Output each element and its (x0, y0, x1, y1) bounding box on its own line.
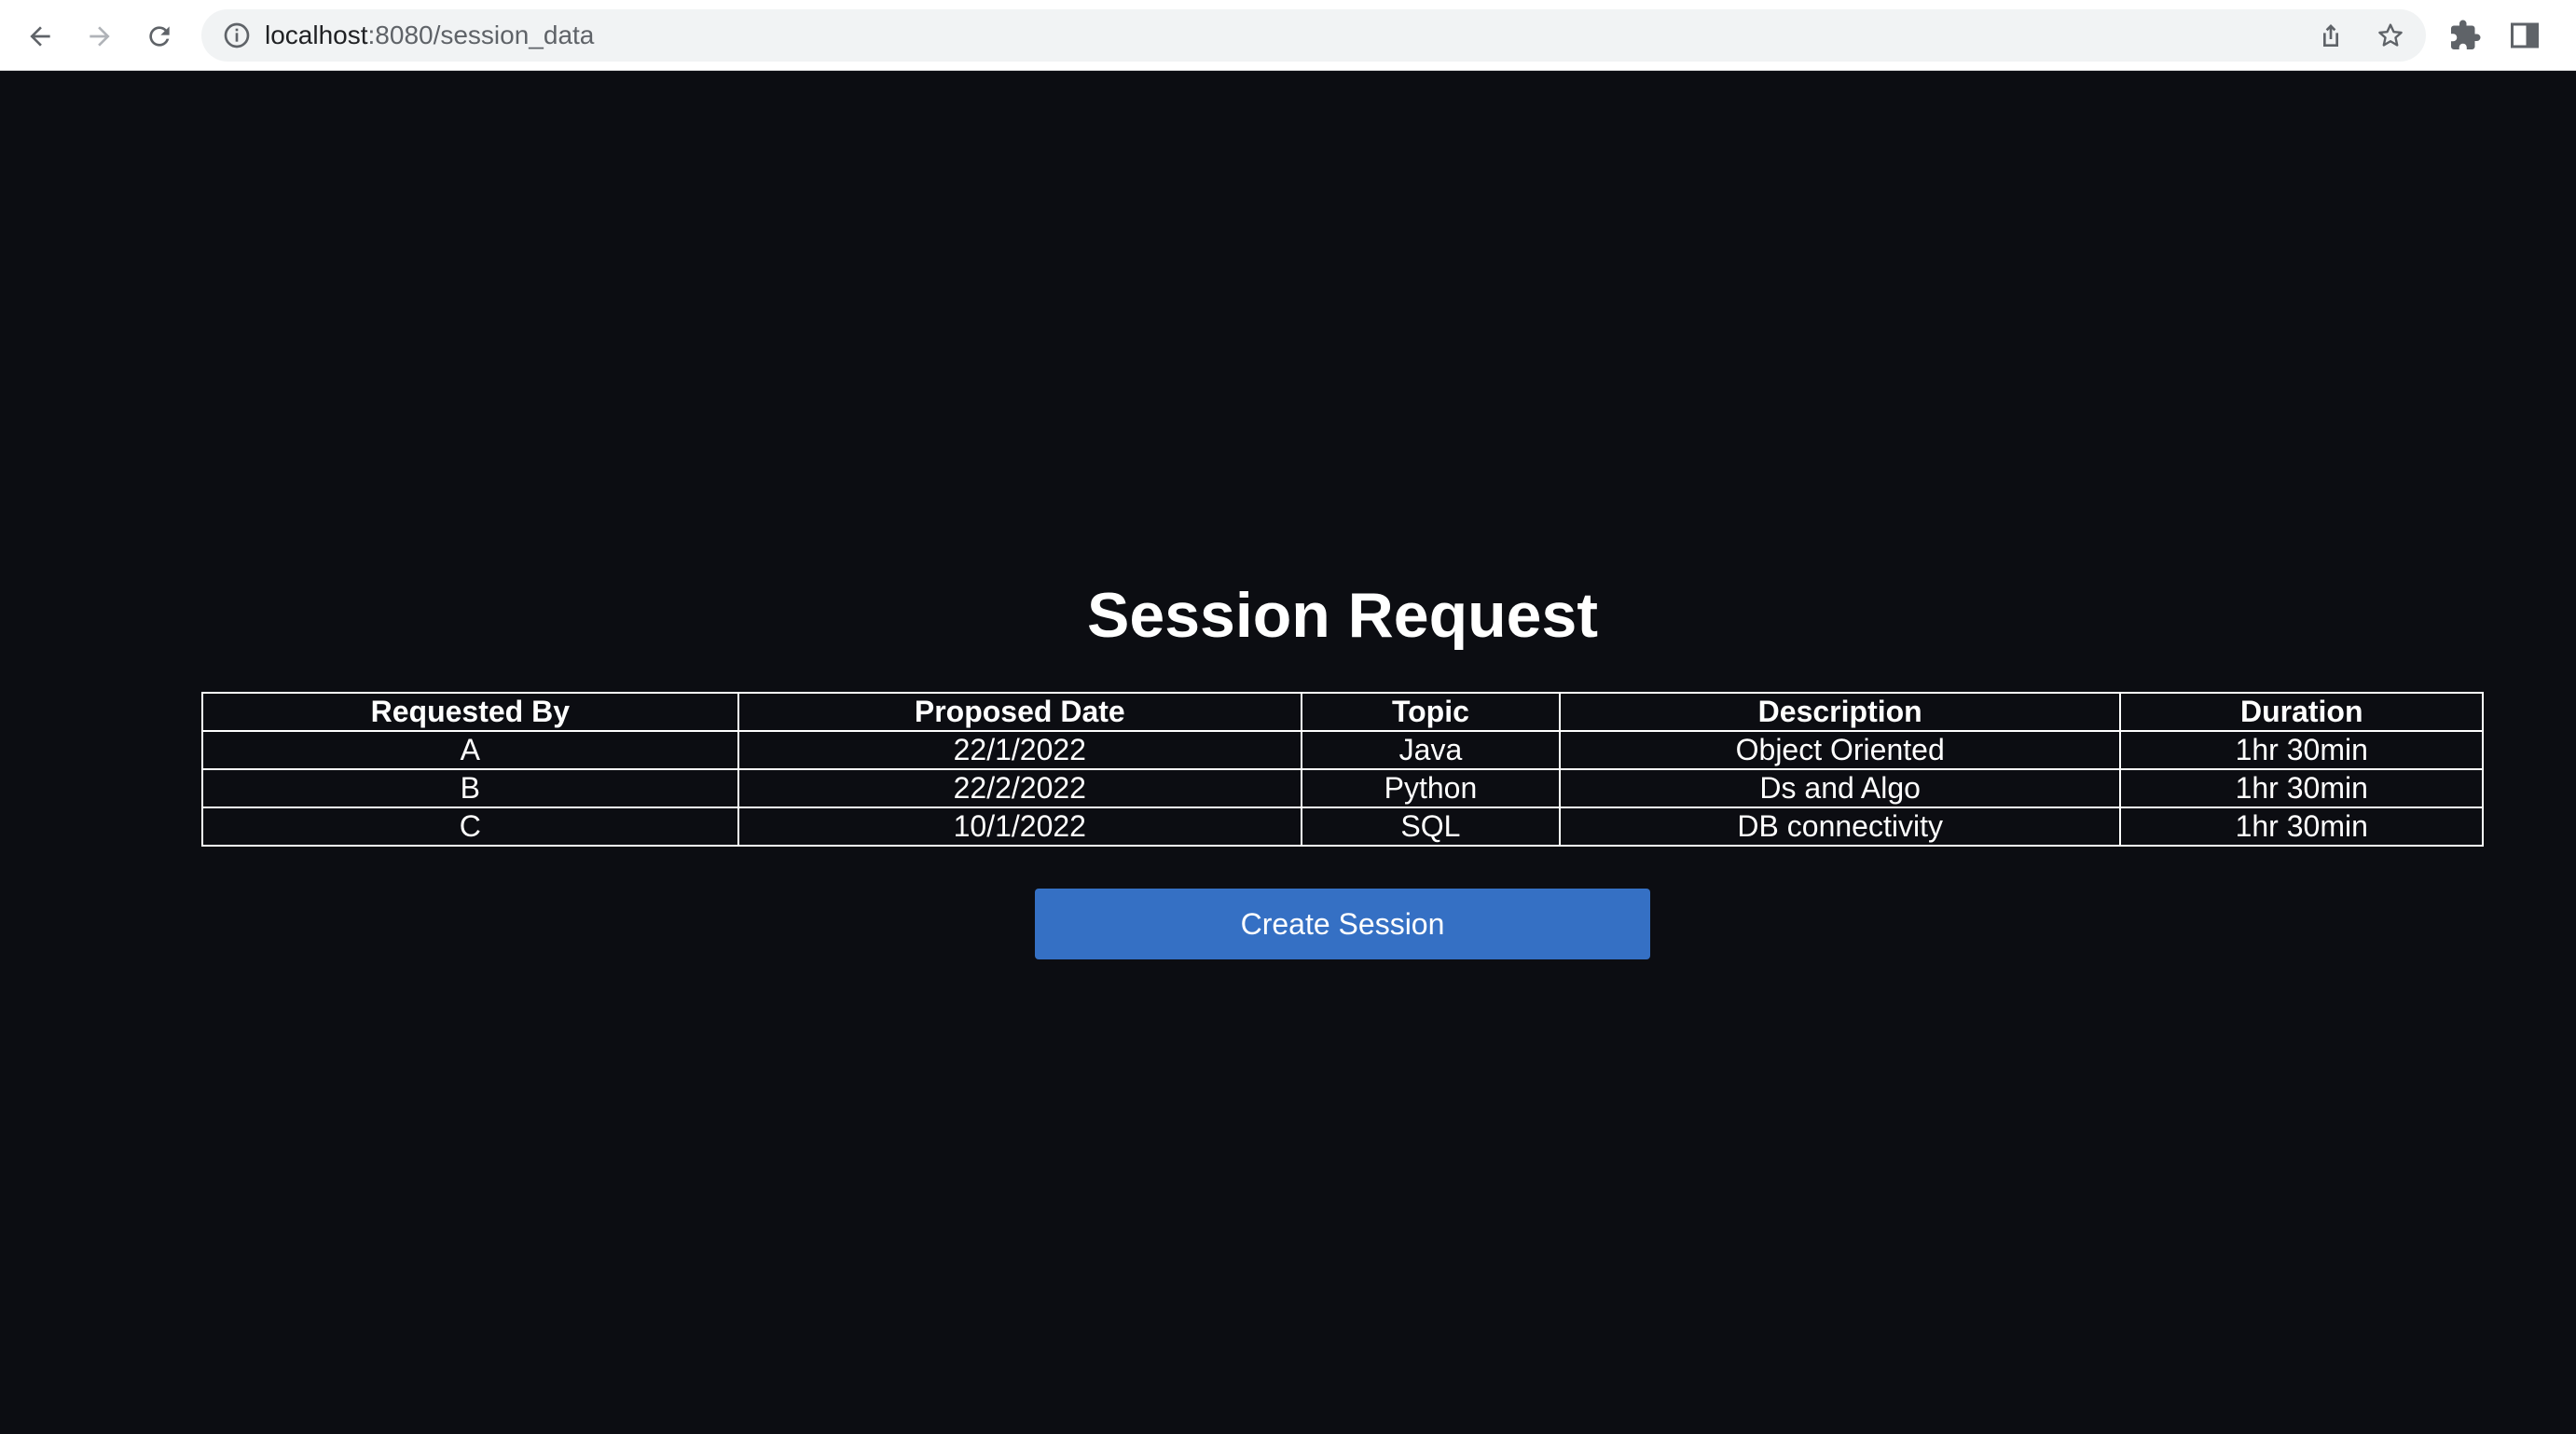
browser-toolbar: localhost:8080/session_data (0, 0, 2576, 71)
cell-description: Object Oriented (1558, 730, 2122, 770)
extensions-icon[interactable] (2448, 19, 2482, 52)
cell-duration: 1hr 30min (2119, 807, 2484, 847)
reload-button[interactable] (138, 15, 181, 58)
page-title: Session Request (1087, 580, 1598, 651)
address-bar[interactable]: localhost:8080/session_data (201, 9, 2426, 62)
session-requests-table: Requested By Proposed Date Topic Descrip… (201, 692, 2484, 847)
cell-duration: 1hr 30min (2119, 768, 2484, 808)
column-header-duration: Duration (2119, 692, 2484, 732)
info-icon[interactable] (222, 21, 252, 50)
cell-duration: 1hr 30min (2119, 730, 2484, 770)
back-button[interactable] (19, 15, 62, 58)
share-icon[interactable] (2316, 21, 2346, 50)
cell-topic: SQL (1300, 807, 1561, 847)
cell-description: Ds and Algo (1558, 768, 2122, 808)
page-content: Session Request Requested By Proposed Da… (0, 71, 2576, 1434)
reload-icon (149, 26, 170, 47)
url-path: :8080/session_data (367, 21, 595, 49)
cell-proposed-date: 22/1/2022 (737, 730, 1302, 770)
cell-proposed-date: 10/1/2022 (737, 807, 1302, 847)
column-header-proposed-date: Proposed Date (737, 692, 1302, 732)
active-tab-indicator (928, 0, 1324, 4)
url-text[interactable]: localhost:8080/session_data (265, 9, 594, 62)
table-row: C 10/1/2022 SQL DB connectivity 1hr 30mi… (201, 807, 2484, 847)
table-row: A 22/1/2022 Java Object Oriented 1hr 30m… (201, 730, 2484, 770)
table-row: B 22/2/2022 Python Ds and Algo 1hr 30min (201, 768, 2484, 808)
back-arrow-icon (30, 26, 50, 47)
cell-topic: Java (1300, 730, 1561, 770)
cell-requested-by: A (201, 730, 739, 770)
table-header-row: Requested By Proposed Date Topic Descrip… (201, 692, 2484, 732)
url-host: localhost (265, 21, 368, 49)
cell-requested-by: B (201, 768, 739, 808)
column-header-topic: Topic (1300, 692, 1561, 732)
cell-proposed-date: 22/2/2022 (737, 768, 1302, 808)
cell-topic: Python (1300, 768, 1561, 808)
forward-arrow-icon (90, 26, 110, 47)
cell-description: DB connectivity (1558, 807, 2122, 847)
column-header-requested-by: Requested By (201, 692, 739, 732)
cell-requested-by: C (201, 807, 739, 847)
forward-button[interactable] (78, 15, 121, 58)
side-panel-icon[interactable] (2508, 19, 2542, 52)
star-icon[interactable] (2376, 21, 2405, 50)
column-header-description: Description (1558, 692, 2122, 732)
create-session-button[interactable]: Create Session (1035, 889, 1650, 959)
